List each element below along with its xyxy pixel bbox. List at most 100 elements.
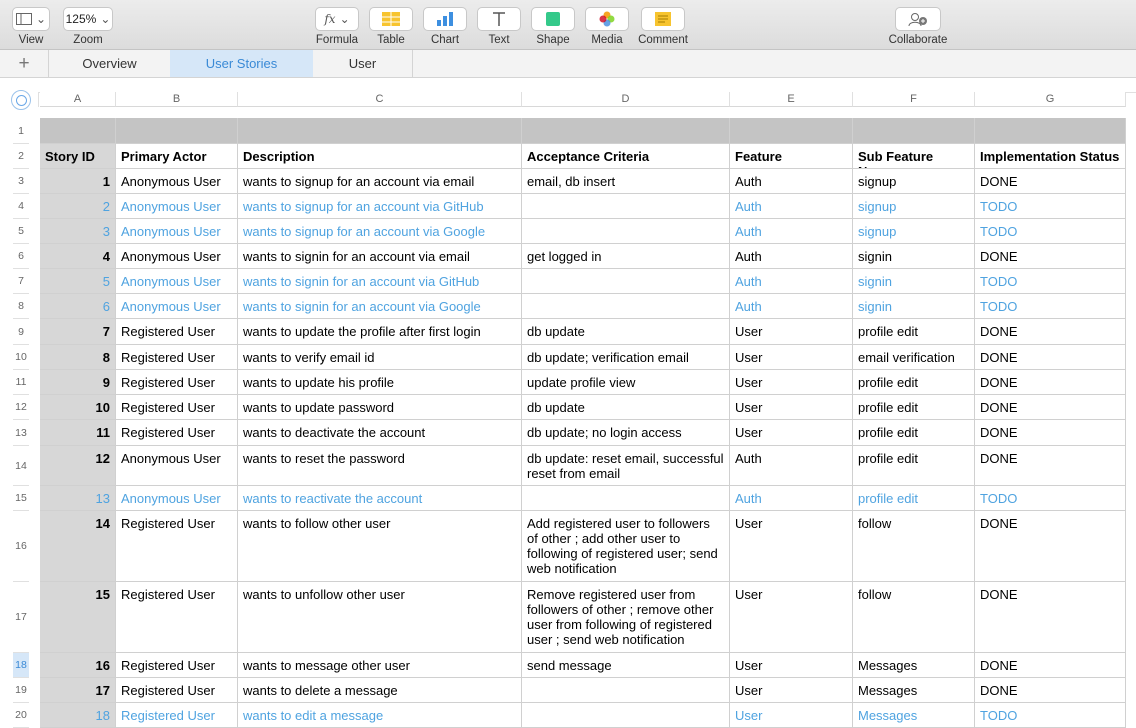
cell-primary-actor[interactable]: Registered User [116, 653, 238, 678]
cell-sub-feature[interactable]: follow [853, 511, 975, 582]
cell-description[interactable]: wants to signin for an account via GitHu… [238, 269, 522, 294]
cell-sub-feature[interactable]: Messages [853, 678, 975, 703]
blank-header-cell[interactable] [730, 118, 853, 144]
header-cell-feature[interactable]: Feature [730, 144, 853, 169]
cell-sub-feature[interactable]: profile edit [853, 420, 975, 446]
row-header[interactable]: 6 [13, 244, 29, 269]
cell-status[interactable]: TODO [975, 486, 1126, 511]
cell-primary-actor[interactable]: Registered User [116, 703, 238, 728]
row-header[interactable]: 18 [13, 653, 29, 678]
row-header[interactable]: 10 [13, 345, 29, 370]
cell-status[interactable]: DONE [975, 319, 1126, 345]
row-header[interactable]: 1 [13, 118, 29, 144]
header-cell-sub-feature[interactable]: Sub Feature Name [853, 144, 975, 169]
cell-primary-actor[interactable]: Anonymous User [116, 294, 238, 319]
cell-feature[interactable]: Auth [730, 486, 853, 511]
blank-header-cell[interactable] [853, 118, 975, 144]
cell-primary-actor[interactable]: Anonymous User [116, 244, 238, 269]
cell-status[interactable]: DONE [975, 345, 1126, 370]
cell-feature[interactable]: Auth [730, 294, 853, 319]
cell-sub-feature[interactable]: profile edit [853, 395, 975, 420]
cell-status[interactable]: TODO [975, 703, 1126, 728]
collaborate-control[interactable]: Collaborate [888, 7, 948, 46]
cell-story-id[interactable]: 17 [40, 678, 116, 703]
cell-primary-actor[interactable]: Registered User [116, 582, 238, 653]
cell-acceptance-criteria[interactable]: db update; verification email [522, 345, 730, 370]
table-button[interactable] [369, 7, 413, 31]
cell-primary-actor[interactable]: Registered User [116, 420, 238, 446]
cell-story-id[interactable]: 5 [40, 269, 116, 294]
cell-acceptance-criteria[interactable]: db update: reset email, successful reset… [522, 446, 730, 486]
cell-description[interactable]: wants to deactivate the account [238, 420, 522, 446]
cell-status[interactable]: DONE [975, 370, 1126, 395]
media-control[interactable]: Media [584, 7, 630, 46]
cell-description[interactable]: wants to update his profile [238, 370, 522, 395]
cell-description[interactable]: wants to update the profile after first … [238, 319, 522, 345]
tab-overview[interactable]: Overview [48, 50, 170, 77]
cell-status[interactable]: DONE [975, 395, 1126, 420]
cell-story-id[interactable]: 10 [40, 395, 116, 420]
cell-description[interactable]: wants to signup for an account via Googl… [238, 219, 522, 244]
cell-status[interactable]: DONE [975, 420, 1126, 446]
header-cell-primary-actor[interactable]: Primary Actor [116, 144, 238, 169]
cell-acceptance-criteria[interactable] [522, 269, 730, 294]
cell-primary-actor[interactable]: Registered User [116, 395, 238, 420]
zoom-select[interactable]: 125% ⌄ [63, 7, 113, 31]
cell-sub-feature[interactable]: profile edit [853, 319, 975, 345]
cell-story-id[interactable]: 18 [40, 703, 116, 728]
cell-primary-actor[interactable]: Anonymous User [116, 486, 238, 511]
media-button[interactable] [585, 7, 629, 31]
cell-primary-actor[interactable]: Registered User [116, 370, 238, 395]
row-header[interactable]: 16 [13, 511, 29, 582]
cell-feature[interactable]: Auth [730, 269, 853, 294]
cell-sub-feature[interactable]: signup [853, 194, 975, 219]
cell-feature[interactable]: User [730, 319, 853, 345]
cell-status[interactable]: TODO [975, 194, 1126, 219]
cell-status[interactable]: DONE [975, 511, 1126, 582]
cell-acceptance-criteria[interactable] [522, 294, 730, 319]
column-header-b[interactable]: B [116, 92, 238, 107]
cell-acceptance-criteria[interactable]: db update [522, 319, 730, 345]
sidebar-icon[interactable]: ⌄ [12, 7, 50, 31]
cell-feature[interactable]: User [730, 703, 853, 728]
cell-description[interactable]: wants to signup for an account via GitHu… [238, 194, 522, 219]
zoom-control[interactable]: 125% ⌄ Zoom [63, 7, 113, 46]
formula-control[interactable]: fx ⌄ Formula [314, 7, 360, 46]
cell-description[interactable]: wants to message other user [238, 653, 522, 678]
chart-button[interactable] [423, 7, 467, 31]
blank-header-cell[interactable] [40, 118, 116, 144]
cell-description[interactable]: wants to signup for an account via email [238, 169, 522, 194]
cell-acceptance-criteria[interactable] [522, 678, 730, 703]
row-header[interactable]: 19 [13, 678, 29, 703]
tab-user-stories[interactable]: User Stories [170, 50, 313, 77]
cell-feature[interactable]: User [730, 511, 853, 582]
row-header[interactable]: 7 [13, 269, 29, 294]
cell-story-id[interactable]: 3 [40, 219, 116, 244]
cell-story-id[interactable]: 9 [40, 370, 116, 395]
cell-story-id[interactable]: 6 [40, 294, 116, 319]
row-header[interactable]: 8 [13, 294, 29, 319]
cell-story-id[interactable]: 11 [40, 420, 116, 446]
cell-sub-feature[interactable]: signup [853, 169, 975, 194]
cell-description[interactable]: wants to follow other user [238, 511, 522, 582]
cell-sub-feature[interactable]: profile edit [853, 370, 975, 395]
tab-user[interactable]: User [313, 50, 413, 77]
cell-sub-feature[interactable]: signup [853, 219, 975, 244]
row-header[interactable]: 12 [13, 395, 29, 420]
cell-acceptance-criteria[interactable]: Remove registered user from followers of… [522, 582, 730, 653]
cell-status[interactable]: TODO [975, 219, 1126, 244]
chart-control[interactable]: Chart [422, 7, 468, 46]
cell-acceptance-criteria[interactable] [522, 703, 730, 728]
cell-feature[interactable]: User [730, 678, 853, 703]
cell-sub-feature[interactable]: signin [853, 294, 975, 319]
cell-primary-actor[interactable]: Anonymous User [116, 446, 238, 486]
cell-status[interactable]: DONE [975, 244, 1126, 269]
cell-sub-feature[interactable]: signin [853, 244, 975, 269]
cell-feature[interactable]: Auth [730, 169, 853, 194]
column-header-d[interactable]: D [522, 92, 730, 107]
row-header[interactable]: 2 [13, 144, 29, 169]
cell-description[interactable]: wants to edit a message [238, 703, 522, 728]
cell-feature[interactable]: User [730, 395, 853, 420]
column-header-a[interactable]: A [40, 92, 116, 107]
cell-description[interactable]: wants to signin for an account via Googl… [238, 294, 522, 319]
